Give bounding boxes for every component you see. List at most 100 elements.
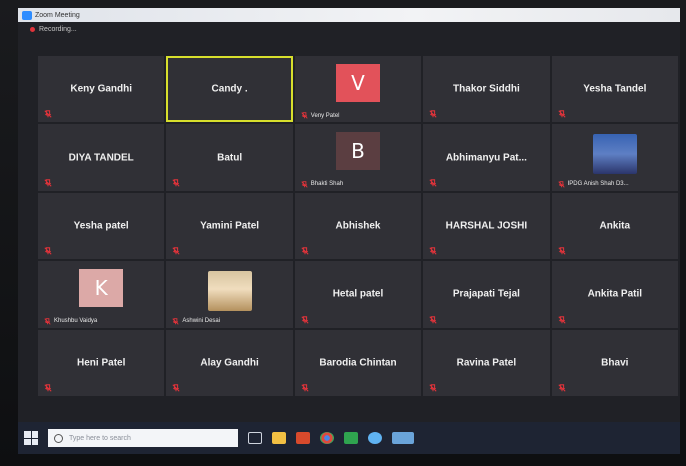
mic-muted-icon	[44, 317, 51, 325]
mic-muted-icon	[301, 112, 308, 120]
mic-muted-icon	[558, 110, 566, 118]
participant-tile[interactable]: Yamini Patel	[166, 192, 293, 260]
participant-tile[interactable]: Abhimanyu Pat...	[423, 124, 550, 191]
participant-name: Hetal patel	[332, 288, 384, 300]
browser-icon[interactable]	[368, 432, 382, 444]
zoom-taskbar-icon[interactable]	[392, 432, 414, 444]
participant-tile[interactable]: Alay Gandhi	[166, 329, 293, 396]
participant-tile-active-speaker[interactable]: Candy .	[166, 56, 293, 123]
recording-label: Recording...	[39, 26, 77, 33]
file-explorer-icon[interactable]	[272, 432, 286, 444]
participant-name: Ankita Patil	[587, 288, 643, 300]
participant-tile[interactable]: B Bhakti Shah	[294, 124, 422, 191]
participant-label: Khushbu Vaidya	[44, 317, 98, 325]
participant-name: Khushbu Vaidya	[54, 318, 98, 325]
mic-muted-icon	[301, 315, 309, 324]
recording-indicator[interactable]: Recording...	[30, 26, 77, 33]
participant-tile[interactable]: Bhavi	[551, 329, 678, 396]
participant-name: Bhakti Shah	[310, 181, 344, 188]
green-app-icon[interactable]	[344, 432, 358, 444]
chrome-icon[interactable]	[320, 432, 334, 444]
monitor: Zoom Meeting Recording... Keny Gandhi Ca…	[0, 0, 686, 466]
mic-muted-icon	[44, 247, 52, 255]
participant-tile[interactable]: Keny Gandhi	[38, 56, 165, 123]
participant-name: Yamini Patel	[200, 220, 260, 232]
participant-name: Barodia Chintan	[319, 357, 397, 369]
meeting-view: Recording... Keny Gandhi Candy . V Veny …	[18, 22, 680, 422]
participant-label: IPDG Anish Shah D3...	[557, 181, 629, 188]
mic-muted-icon	[44, 179, 52, 187]
mic-muted-icon	[172, 247, 180, 255]
participant-name: Bhavi	[601, 357, 629, 369]
mic-muted-icon	[558, 384, 566, 392]
participant-name: Abhishek	[335, 220, 381, 232]
participant-name: Ashwini Desai	[182, 318, 221, 325]
participant-tile[interactable]: HARSHAL JOSHI	[423, 192, 550, 260]
participant-tile[interactable]: Yesha Tandel	[551, 56, 678, 123]
participant-name: Yesha patel	[73, 220, 129, 232]
participant-label: Veny Patel	[301, 112, 339, 120]
participant-tile[interactable]: Prajapati Tejal	[423, 261, 550, 328]
participant-tile[interactable]: Ravina Patel	[423, 329, 550, 396]
participant-tile[interactable]: Ankita	[551, 192, 678, 260]
mic-muted-icon	[301, 384, 309, 392]
participant-name: DIYA TANDEL	[68, 152, 134, 164]
avatar: K	[79, 269, 124, 308]
participant-tile[interactable]: Abhishek	[294, 192, 422, 260]
mic-muted-icon	[429, 247, 437, 255]
search-placeholder: Type here to search	[69, 434, 131, 442]
record-dot-icon	[30, 27, 35, 32]
mic-muted-icon	[429, 384, 437, 392]
participant-name: Heni Patel	[77, 357, 126, 369]
mic-muted-icon	[429, 179, 437, 187]
screen: Zoom Meeting Recording... Keny Gandhi Ca…	[18, 8, 680, 454]
participant-name: Batul	[217, 152, 243, 164]
avatar: V	[335, 64, 380, 102]
mic-muted-icon	[558, 247, 566, 255]
participant-tile[interactable]: Ankita Patil	[551, 261, 678, 328]
taskbar-search-box[interactable]: Type here to search	[48, 429, 238, 447]
mic-muted-icon	[301, 181, 308, 188]
participant-tile[interactable]: IPDG Anish Shah D3...	[551, 124, 678, 191]
participant-tile[interactable]: Ashwini Desai	[166, 261, 293, 328]
participant-tile[interactable]: Heni Patel	[38, 329, 165, 396]
participant-tile[interactable]: DIYA TANDEL	[38, 124, 165, 191]
office-icon[interactable]	[296, 432, 310, 444]
mic-muted-icon	[44, 384, 52, 392]
participant-name: HARSHAL JOSHI	[445, 220, 528, 232]
mic-muted-icon	[44, 110, 52, 118]
task-view-icon[interactable]	[248, 432, 262, 444]
mic-muted-icon	[172, 317, 180, 325]
participant-tile[interactable]: Hetal patel	[294, 261, 422, 328]
participant-name: Yesha Tandel	[583, 83, 647, 95]
participant-photo	[592, 134, 637, 175]
mic-muted-icon	[429, 315, 437, 324]
participant-name: Abhimanyu Pat...	[445, 152, 527, 164]
participant-tile[interactable]: V Veny Patel	[294, 56, 422, 123]
search-icon	[54, 433, 63, 443]
participant-tile[interactable]: Thakor Siddhi	[423, 56, 550, 123]
gallery-grid: Keny Gandhi Candy . V Veny Patel Thakor …	[38, 56, 678, 396]
participant-tile[interactable]: Yesha patel	[38, 192, 165, 260]
participant-label: Ashwini Desai	[172, 317, 221, 325]
mic-muted-icon	[557, 181, 565, 188]
participant-name: Candy .	[211, 83, 248, 95]
avatar: B	[335, 132, 380, 171]
participant-tile[interactable]: K Khushbu Vaidya	[38, 261, 165, 328]
participant-name: Thakor Siddhi	[453, 83, 520, 95]
windows-start-icon[interactable]	[24, 431, 38, 445]
participant-name: Ravina Patel	[456, 357, 517, 369]
mic-muted-icon	[301, 247, 309, 255]
mic-muted-icon	[172, 179, 180, 187]
participant-name: IPDG Anish Shah D3...	[567, 181, 629, 188]
participant-tile[interactable]: Batul	[166, 124, 293, 191]
participant-name: Ankita	[599, 220, 631, 232]
participant-name: Keny Gandhi	[70, 83, 133, 95]
participant-name: Alay Gandhi	[200, 357, 259, 369]
mic-muted-icon	[172, 384, 180, 392]
participant-tile[interactable]: Barodia Chintan	[294, 329, 422, 396]
window-titlebar[interactable]: Zoom Meeting	[18, 8, 680, 22]
mic-muted-icon	[429, 110, 437, 118]
participant-label: Bhakti Shah	[301, 181, 343, 188]
participant-name: Prajapati Tejal	[452, 288, 520, 300]
